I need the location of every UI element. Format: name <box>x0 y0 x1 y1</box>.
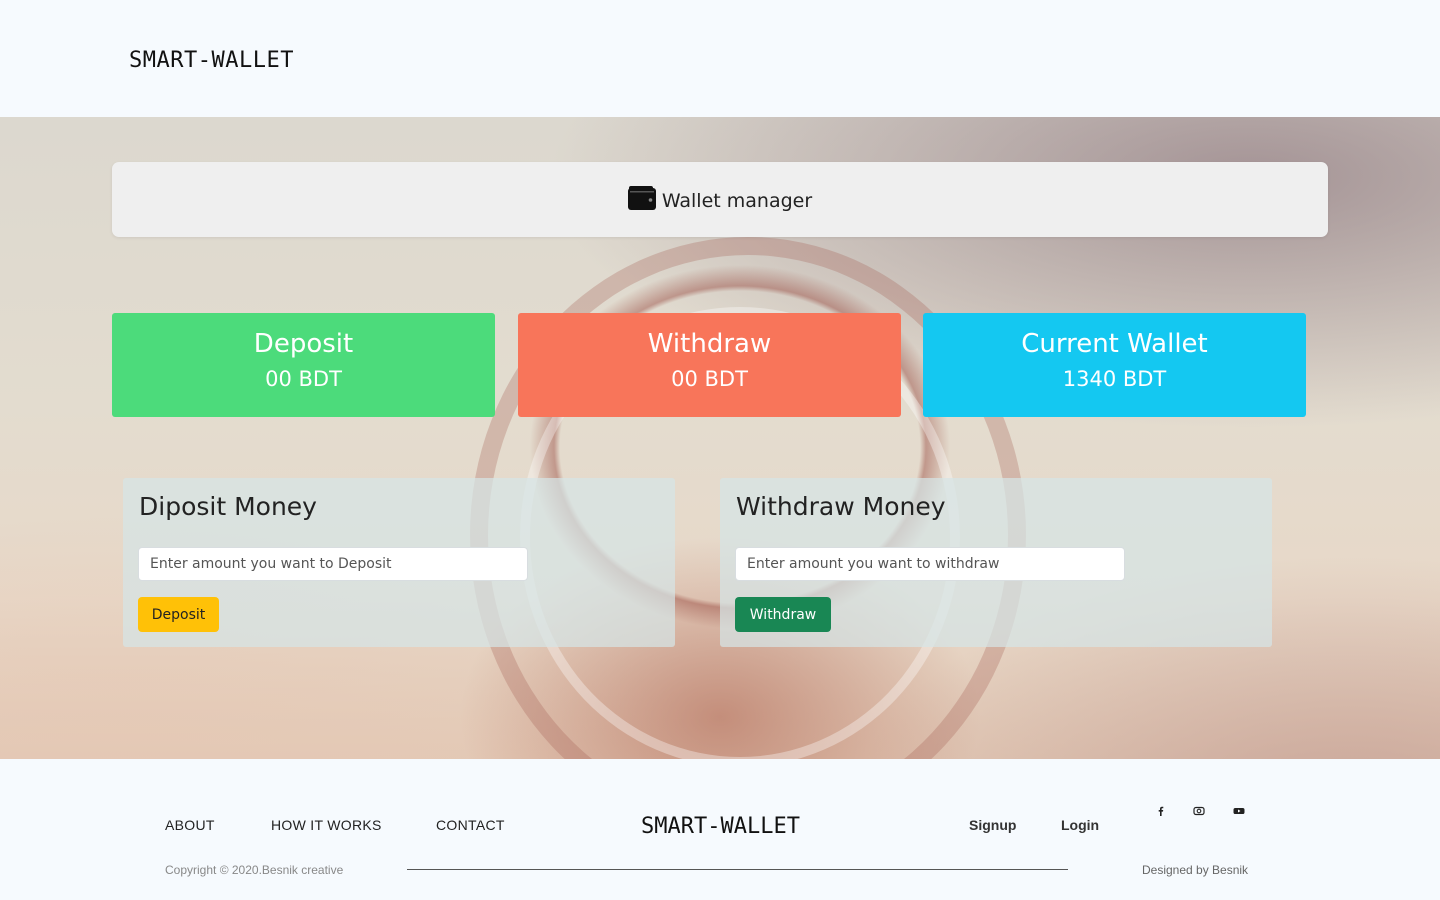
site-footer: ABOUT HOW IT WORKS CONTACT SMART-WALLET … <box>0 759 1440 900</box>
deposit-card-value: 00 BDT <box>265 367 342 391</box>
facebook-icon[interactable] <box>1155 805 1167 817</box>
withdraw-card-title: Withdraw <box>647 329 772 359</box>
wallet-card-value: 1340 BDT <box>1062 367 1167 391</box>
designed-by-text: Designed by Besnik <box>1142 863 1249 877</box>
youtube-icon[interactable] <box>1233 805 1245 817</box>
site-header: SMART-WALLET <box>0 0 1440 117</box>
deposit-button[interactable]: Deposit <box>138 597 219 632</box>
copyright-text: Copyright © 2020.Besnik creative <box>165 863 344 877</box>
wallet-card-title: Current Wallet <box>1021 329 1208 359</box>
footer-link-how-it-works[interactable]: HOW IT WORKS <box>271 817 382 833</box>
instagram-icon[interactable] <box>1193 805 1205 817</box>
deposit-card-title: Deposit <box>253 329 354 359</box>
signup-link[interactable]: Signup <box>969 817 1016 833</box>
withdraw-panel-heading: Withdraw Money <box>736 492 946 521</box>
wallet-manager-label: Wallet manager <box>661 189 813 212</box>
withdraw-money-panel: Withdraw Money Withdraw <box>720 478 1272 647</box>
footer-brand-logo[interactable]: SMART-WALLET <box>641 814 800 839</box>
footer-link-contact[interactable]: CONTACT <box>436 817 505 833</box>
hero-section: Wallet manager Deposit 00 BDT Withdraw 0… <box>0 117 1440 759</box>
withdraw-summary-card: Withdraw 00 BDT <box>518 313 901 417</box>
wallet-manager-title: Wallet manager <box>627 185 813 212</box>
wallet-icon <box>627 185 656 210</box>
login-link[interactable]: Login <box>1061 817 1099 833</box>
footer-link-about[interactable]: ABOUT <box>165 817 215 833</box>
wallet-manager-bar: Wallet manager <box>112 162 1328 237</box>
brand-logo[interactable]: SMART-WALLET <box>129 48 294 73</box>
withdraw-amount-input[interactable] <box>735 547 1125 581</box>
withdraw-button[interactable]: Withdraw <box>735 597 831 632</box>
deposit-money-panel: Diposit Money Deposit <box>123 478 675 647</box>
deposit-panel-heading: Diposit Money <box>139 492 317 521</box>
deposit-summary-card: Deposit 00 BDT <box>112 313 495 417</box>
deposit-amount-input[interactable] <box>138 547 528 581</box>
current-wallet-card: Current Wallet 1340 BDT <box>923 313 1306 417</box>
footer-divider <box>407 869 1068 870</box>
withdraw-card-value: 00 BDT <box>671 367 748 391</box>
